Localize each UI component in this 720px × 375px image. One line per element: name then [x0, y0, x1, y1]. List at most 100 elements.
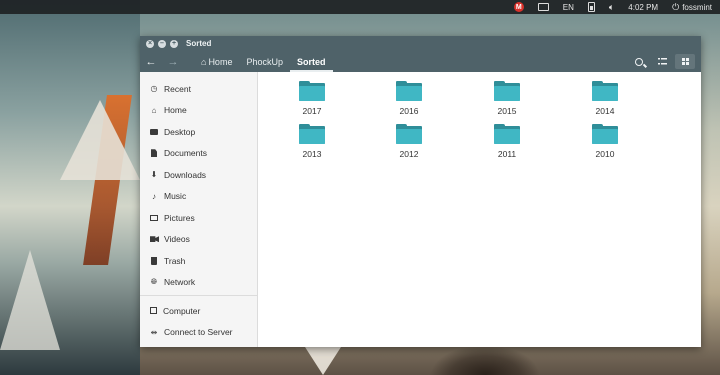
sidebar-divider	[140, 295, 257, 296]
recent-icon: ◷	[150, 84, 158, 94]
downloads-icon: ⬇	[150, 170, 158, 180]
grid-view-icon	[681, 58, 689, 65]
folder-label: 2014	[595, 106, 615, 116]
folder-item[interactable]: 2015	[477, 81, 537, 116]
battery-icon[interactable]	[587, 2, 595, 12]
folder-label: 2017	[302, 106, 322, 116]
breadcrumb-label: Sorted	[296, 56, 326, 67]
wallpaper-triangle	[60, 100, 140, 180]
sidebar-item-recent[interactable]: ◷ Recent	[140, 78, 257, 100]
battery-tray[interactable]	[587, 2, 595, 12]
maximize-icon[interactable]: +	[170, 39, 178, 48]
sidebar-item-downloads[interactable]: ⬇ Downloads	[140, 164, 257, 186]
sidebar-item-label: Network	[164, 277, 196, 288]
folder-label: 2015	[497, 106, 517, 116]
display-tray[interactable]	[537, 3, 549, 11]
folder-icon	[494, 124, 520, 144]
videos-icon	[150, 236, 159, 243]
arrow-left-icon: ←	[145, 55, 157, 68]
folder-label: 2010	[595, 149, 615, 159]
user-menu[interactable]: ⏻ fossmint	[672, 2, 712, 13]
list-view-icon	[657, 58, 667, 65]
top-panel: M EN 🔈︎ 4:02 PM ⏻ fossmint	[0, 0, 720, 14]
sidebar-item-videos[interactable]: Videos	[140, 229, 257, 251]
clock[interactable]: 4:02 PM	[628, 3, 658, 12]
breadcrumb-sorted[interactable]: Sorted	[289, 51, 333, 72]
sidebar-item-label: Computer	[163, 305, 201, 316]
close-icon[interactable]: ×	[146, 39, 154, 48]
keyboard-layout-indicator[interactable]: EN	[563, 3, 574, 12]
folder-icon	[592, 81, 618, 101]
sidebar: ◷ Recent ⌂ Home Desktop Documents ⬇ Downloa…	[140, 72, 258, 347]
window-body: ◷ Recent ⌂ Home Desktop Documents ⬇ Downloa…	[140, 72, 701, 347]
sidebar-item-connect-to-server[interactable]: ⇹ Connect to Server	[140, 322, 257, 344]
volume-icon[interactable]: 🔈︎	[609, 2, 614, 13]
folder-item[interactable]: 2016	[379, 81, 439, 116]
list-view-button[interactable]	[652, 54, 672, 69]
folder-item[interactable]: 2013	[282, 124, 342, 159]
documents-icon	[151, 149, 157, 158]
forward-button[interactable]: →	[162, 56, 184, 68]
breadcrumb-phockup[interactable]: PhockUp	[239, 51, 290, 72]
music-icon: ♪	[152, 191, 156, 201]
sidebar-item-label: Recent	[164, 83, 191, 94]
sidebar-item-label: Home	[164, 105, 187, 116]
arrow-right-icon: →	[167, 55, 179, 68]
file-grid: 2017 2016 2015 2014 2013 2012 2011 2010	[258, 72, 701, 347]
breadcrumb-home[interactable]: ⌂ Home	[194, 51, 239, 72]
sidebar-item-label: Pictures	[164, 212, 195, 223]
trash-icon	[151, 256, 157, 265]
volume-tray[interactable]: 🔈︎	[609, 2, 614, 13]
sidebar-item-label: Videos	[164, 234, 190, 245]
home-icon: ⌂	[201, 56, 207, 67]
folder-item[interactable]: 2017	[282, 81, 342, 116]
sidebar-item-music[interactable]: ♪ Music	[140, 186, 257, 208]
toolbar-right	[626, 51, 695, 72]
wallpaper-triangle	[305, 347, 341, 375]
folder-label: 2013	[302, 149, 322, 159]
minimize-icon[interactable]: –	[158, 39, 166, 48]
sidebar-item-computer[interactable]: Computer	[140, 300, 257, 322]
sidebar-item-label: Downloads	[164, 169, 207, 180]
search-button[interactable]	[629, 54, 649, 69]
window-titlebar[interactable]: × – + Sorted	[140, 36, 701, 51]
mintupdate-tray[interactable]: M	[513, 2, 524, 12]
home-icon: ⌂	[151, 105, 157, 115]
folder-icon	[299, 81, 325, 101]
file-manager-window: × – + Sorted ← → ⌂ Home PhockUp Sorted ◷ R…	[140, 36, 701, 347]
sidebar-item-label: Documents	[164, 148, 207, 159]
sidebar-item-home[interactable]: ⌂ Home	[140, 100, 257, 122]
mintupdate-icon[interactable]: M	[513, 2, 524, 12]
folder-icon	[396, 124, 422, 144]
folder-item[interactable]: 2014	[575, 81, 635, 116]
folder-icon	[396, 81, 422, 101]
folder-item[interactable]: 2010	[575, 124, 635, 159]
toolbar: ← → ⌂ Home PhockUp Sorted	[140, 51, 701, 72]
folder-label: 2012	[399, 149, 419, 159]
network-icon: 🌐︎	[150, 277, 158, 287]
folder-icon	[494, 81, 520, 101]
breadcrumb-label: PhockUp	[246, 56, 283, 67]
user-name[interactable]: fossmint	[682, 3, 712, 12]
folder-label: 2016	[399, 106, 419, 116]
sidebar-item-network[interactable]: 🌐︎ Network	[140, 272, 257, 294]
connect-server-icon: ⇹	[150, 327, 158, 337]
monitor-icon[interactable]	[537, 3, 549, 11]
sidebar-item-pictures[interactable]: Pictures	[140, 207, 257, 229]
back-button[interactable]: ←	[140, 56, 162, 68]
window-title: Sorted	[186, 39, 212, 48]
sidebar-item-label: Connect to Server	[164, 327, 233, 338]
folder-item[interactable]: 2012	[379, 124, 439, 159]
sidebar-item-desktop[interactable]: Desktop	[140, 121, 257, 143]
folder-item[interactable]: 2011	[477, 124, 537, 159]
sidebar-item-label: Desktop	[164, 126, 196, 137]
sidebar-item-trash[interactable]: Trash	[140, 250, 257, 272]
wallpaper-tree	[430, 345, 540, 375]
power-icon[interactable]: ⏻	[672, 2, 679, 13]
folder-icon	[592, 124, 618, 144]
sidebar-item-documents[interactable]: Documents	[140, 143, 257, 165]
breadcrumb: ⌂ Home PhockUp Sorted	[194, 51, 333, 72]
computer-icon	[150, 307, 157, 315]
wallpaper-triangle	[0, 250, 60, 350]
grid-view-button[interactable]	[675, 54, 695, 69]
